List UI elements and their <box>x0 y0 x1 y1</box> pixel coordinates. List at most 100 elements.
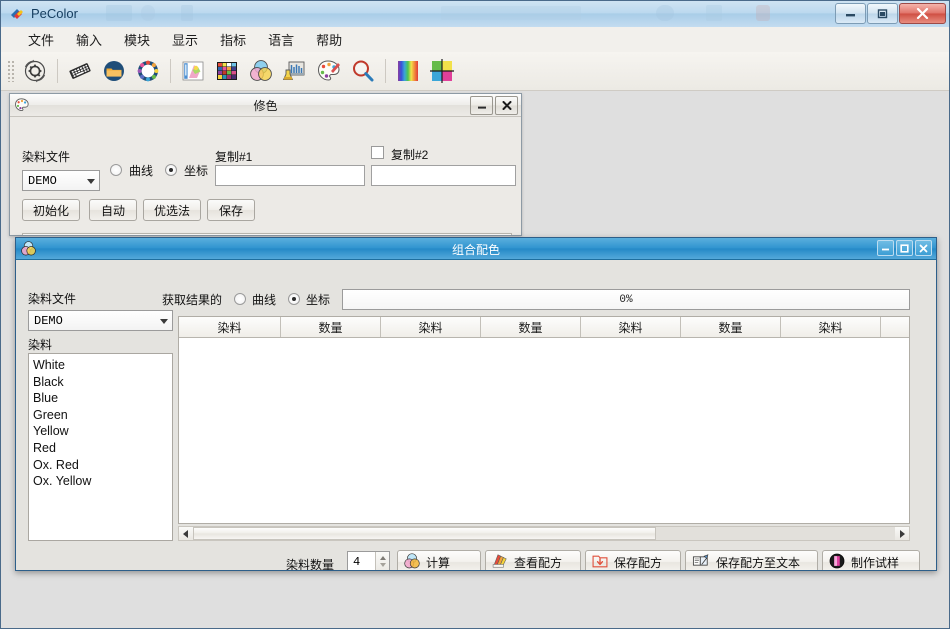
auto-button[interactable]: 自动 <box>89 199 137 221</box>
close-button[interactable] <box>899 3 946 24</box>
save-formula-button[interactable]: 保存配方 <box>585 550 681 570</box>
application-window: PeColor 文件 输入 模块 显示 指标 语言 帮助 修色 染料文件 DEM… <box>0 0 950 629</box>
minimize-button[interactable] <box>835 3 866 24</box>
list-item[interactable]: Ox. Red <box>33 457 172 474</box>
make-sample-button[interactable]: 制作试样 <box>822 550 920 571</box>
recolor-copy2-checkbox[interactable] <box>371 146 384 159</box>
menu-module[interactable]: 模块 <box>113 27 161 52</box>
combo-maximize-button[interactable] <box>896 240 913 256</box>
recolor-table-header: 染料 给不料图 料捯… 料捯… <box>22 233 512 235</box>
dye-list[interactable]: White Black Blue Green Yellow Red Ox. Re… <box>28 353 173 541</box>
col-qty-2: 数量 <box>481 317 581 337</box>
recolor-dialog-title-bar[interactable]: 修色 <box>10 94 521 117</box>
progress-value: 0% <box>619 293 633 306</box>
combo-minimize-button[interactable] <box>877 240 894 256</box>
ghost-artifact <box>756 5 770 21</box>
combo-radio-coord[interactable] <box>288 293 300 305</box>
spectrum-strip-icon[interactable] <box>392 55 424 87</box>
col-dye-4: 染料 <box>781 317 881 337</box>
color-chart-icon[interactable] <box>211 55 243 87</box>
menu-index[interactable]: 指标 <box>209 27 257 52</box>
color-fan-icon <box>491 552 509 571</box>
list-item[interactable]: Green <box>33 407 172 424</box>
recolor-radio-curve-label: 曲线 <box>129 164 154 178</box>
list-item[interactable]: Yellow <box>33 423 172 440</box>
recolor-copy2-label: 复制#2 <box>391 148 429 162</box>
venn-color-icon[interactable] <box>245 55 277 87</box>
combo-radio-curve-label: 曲线 <box>252 293 277 307</box>
toolbar-grip[interactable] <box>7 60 14 82</box>
dye-count-stepper[interactable]: 4 <box>347 551 390 570</box>
view-formula-button-label: 查看配方 <box>514 555 563 570</box>
combo-dialog-title-bar[interactable]: 组合配色 <box>16 238 936 260</box>
table-hscrollbar[interactable] <box>178 526 910 541</box>
list-item[interactable]: Ox. Yellow <box>33 473 172 490</box>
combo-close-button[interactable] <box>915 240 932 256</box>
recolor-radio-coord-label: 坐标 <box>184 164 209 178</box>
calculate-button[interactable]: 计算 <box>397 550 481 570</box>
scroll-right-arrow[interactable] <box>895 527 909 540</box>
stepper-arrows[interactable] <box>375 552 389 570</box>
palette-icon[interactable] <box>313 55 345 87</box>
scroll-thumb[interactable] <box>193 527 657 540</box>
chevron-down-icon <box>87 179 95 184</box>
ghost-artifact <box>141 5 155 21</box>
recolor-minimize-button[interactable] <box>470 96 493 115</box>
folder-icon[interactable] <box>98 55 130 87</box>
dye-count-label: 染料数量 <box>286 558 335 571</box>
lab-beaker-icon[interactable] <box>279 55 311 87</box>
recolor-radio-coord[interactable] <box>165 164 177 176</box>
recolor-copy2-input[interactable] <box>371 165 516 186</box>
toolbar-separator <box>170 59 171 83</box>
recolor-close-button[interactable] <box>495 96 518 115</box>
combo-dye-file-value: DEMO <box>34 314 63 328</box>
scroll-track[interactable] <box>193 527 895 540</box>
stepper-down-icon[interactable] <box>379 563 386 567</box>
combo-radio-coord-label: 坐标 <box>306 293 331 307</box>
menu-help[interactable]: 帮助 <box>305 27 353 52</box>
save-formula-text-button[interactable]: 保存配方至文本 <box>685 550 818 570</box>
color-ring-icon[interactable] <box>132 55 164 87</box>
toolbar-separator <box>385 59 386 83</box>
formula-table[interactable]: 染料 数量 染料 数量 染料 数量 染料 <box>178 316 910 524</box>
color-grid-icon[interactable] <box>426 55 458 87</box>
save-formula-button-label: 保存配方 <box>614 555 663 570</box>
stepper-up-icon[interactable] <box>379 556 386 560</box>
combo-dye-file-select[interactable]: DEMO <box>28 310 173 331</box>
calculate-button-label: 计算 <box>426 555 451 570</box>
sample-sphere-icon <box>828 552 846 571</box>
combo-radio-curve[interactable] <box>234 293 246 305</box>
magnifier-icon[interactable] <box>347 55 379 87</box>
progress-bar: 0% <box>342 289 910 310</box>
list-item[interactable]: Black <box>33 374 172 391</box>
save-button[interactable]: 保存 <box>207 199 255 221</box>
color-sample-icon[interactable] <box>177 55 209 87</box>
menu-file[interactable]: 文件 <box>17 27 65 52</box>
view-formula-button[interactable]: 查看配方 <box>485 550 581 571</box>
combo-dialog-title: 组合配色 <box>451 243 500 257</box>
combo-dye-list-label: 染料 <box>28 338 53 352</box>
scroll-left-arrow[interactable] <box>179 527 193 540</box>
recolor-copy1-input[interactable] <box>215 165 365 186</box>
list-item[interactable]: White <box>33 357 172 374</box>
recolor-radio-curve[interactable] <box>110 164 122 176</box>
ghost-artifact <box>656 5 674 21</box>
list-item[interactable]: Blue <box>33 390 172 407</box>
main-title-bar: PeColor <box>1 1 949 28</box>
ghost-artifact <box>106 5 132 21</box>
initialize-button[interactable]: 初始化 <box>22 199 80 221</box>
recolor-dialog-title: 修色 <box>253 99 278 113</box>
optimize-button[interactable]: 优选法 <box>143 199 201 221</box>
menu-language[interactable]: 语言 <box>257 27 305 52</box>
recolor-dye-file-select[interactable]: DEMO <box>22 170 100 191</box>
settings-gear-icon[interactable] <box>19 55 51 87</box>
menu-display[interactable]: 显示 <box>161 27 209 52</box>
maximize-button[interactable] <box>867 3 898 24</box>
toolbar <box>1 52 949 91</box>
keyboard-icon[interactable] <box>64 55 96 87</box>
toolbar-separator <box>57 59 58 83</box>
list-item[interactable]: Red <box>33 440 172 457</box>
combo-dialog-controls <box>875 240 932 256</box>
menu-input[interactable]: 输入 <box>65 27 113 52</box>
combo-dialog-body: 染料文件 DEMO 染料 White Black Blue Green Yell… <box>16 260 936 571</box>
